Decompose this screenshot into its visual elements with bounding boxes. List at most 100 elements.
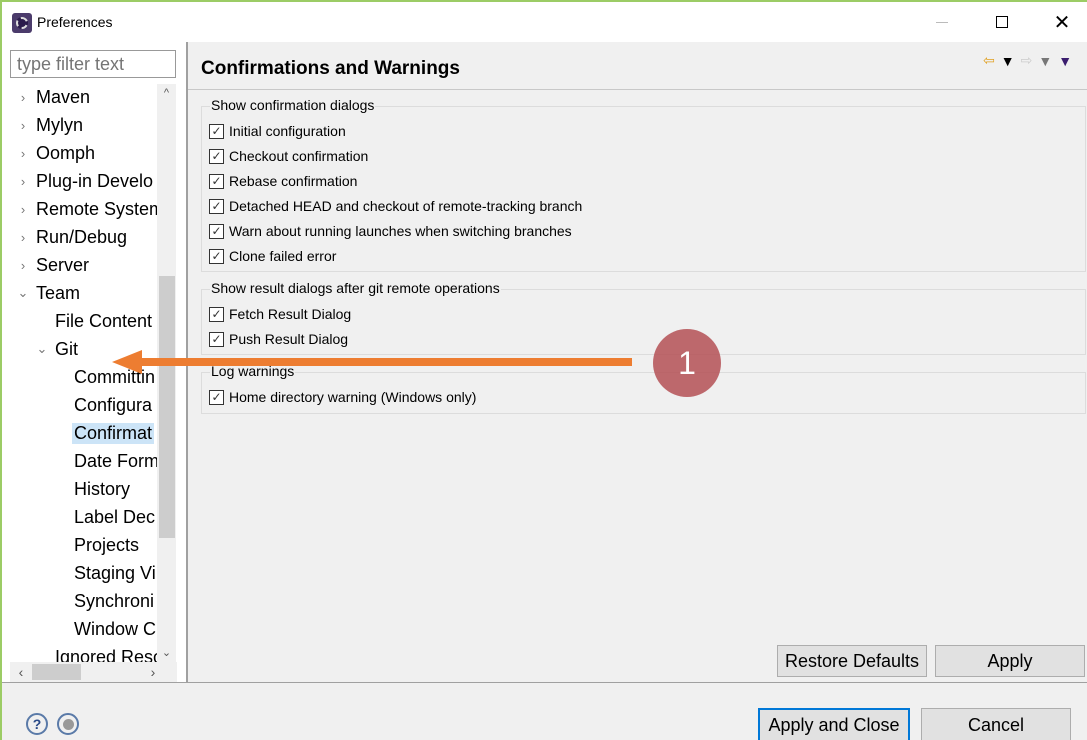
minimize-button[interactable] <box>922 10 962 34</box>
checkbox[interactable]: ✓ <box>209 389 224 405</box>
tree-item[interactable]: › Plug-in Develo <box>16 168 155 194</box>
checkbox-option[interactable]: ✓ Checkout confirmation <box>209 145 368 167</box>
tree-item[interactable]: › Mylyn <box>16 112 85 138</box>
checkbox[interactable]: ✓ <box>209 173 224 189</box>
maximize-button[interactable] <box>982 10 1022 34</box>
checkbox[interactable]: ✓ <box>209 331 224 347</box>
scroll-up-icon[interactable]: ^ <box>157 84 176 102</box>
tree-item[interactable]: › Oomph <box>16 140 97 166</box>
checkbox[interactable]: ✓ <box>209 123 224 139</box>
tree-horizontal-scrollbar[interactable]: ‹ › <box>10 662 177 682</box>
tree-item[interactable]: › Run/Debug <box>16 224 129 250</box>
tree-item[interactable]: ⌄ Team <box>16 280 82 306</box>
tree-item-label: Git <box>55 338 79 359</box>
checkbox-option[interactable]: ✓ Push Result Dialog <box>209 328 348 350</box>
checkbox[interactable]: ✓ <box>209 306 224 322</box>
tree-item[interactable]: Confirmat <box>54 420 155 446</box>
minimize-icon <box>936 21 948 23</box>
checkmark-icon: ✓ <box>211 174 222 188</box>
tree-item-label: Date Form <box>74 450 157 471</box>
checkbox[interactable]: ✓ <box>209 248 224 264</box>
tree-item[interactable]: › Remote System <box>16 196 157 222</box>
tree-item-label: Team <box>36 282 81 303</box>
tree-item[interactable]: ⌄ Git <box>35 336 80 362</box>
eclipse-app-icon <box>12 13 32 33</box>
tree-item[interactable]: History <box>54 476 132 502</box>
tree-item[interactable]: Synchroni <box>54 588 156 614</box>
checkbox-label: Detached HEAD and checkout of remote-tra… <box>229 198 583 214</box>
checkbox-option[interactable]: ✓ Clone failed error <box>209 245 336 267</box>
scroll-down-icon[interactable]: ⌄ <box>157 644 176 662</box>
close-button[interactable]: ✕ <box>1042 10 1082 34</box>
tree-item-label: Confirmat <box>72 422 155 444</box>
apply-and-close-button[interactable]: Apply and Close <box>758 708 910 740</box>
result-dialogs-group: Show result dialogs after git remote ope… <box>201 280 1086 355</box>
filter-input[interactable] <box>10 50 176 78</box>
chevron-down-icon[interactable]: ⌄ <box>35 341 49 357</box>
cancel-button[interactable]: Cancel <box>921 708 1071 740</box>
checkbox-option[interactable]: ✓ Rebase confirmation <box>209 170 357 192</box>
tree-vertical-scrollbar[interactable]: ^ ⌄ <box>157 84 176 664</box>
annotation-arrow-shaft <box>134 358 632 366</box>
chevron-right-icon[interactable]: › <box>16 174 30 189</box>
forward-dropdown-icon[interactable]: ▼ <box>1038 53 1052 69</box>
checkbox[interactable]: ✓ <box>209 198 224 214</box>
chevron-right-icon[interactable]: › <box>16 230 30 245</box>
tree-item[interactable]: Date Form <box>54 448 157 474</box>
vertical-scroll-thumb[interactable] <box>159 276 175 538</box>
window-title: Preferences <box>37 14 113 30</box>
checkbox-label: Clone failed error <box>229 248 337 264</box>
group-label: Show result dialogs after git remote ope… <box>210 280 501 296</box>
checkbox-option[interactable]: ✓ Fetch Result Dialog <box>209 303 351 325</box>
checkmark-icon: ✓ <box>211 149 222 163</box>
tree-item[interactable]: Configura <box>54 392 154 418</box>
chevron-right-icon[interactable]: › <box>16 146 30 161</box>
checkbox-option[interactable]: ✓ Detached HEAD and checkout of remote-tr… <box>209 195 582 217</box>
checkmark-icon: ✓ <box>211 224 222 238</box>
chevron-right-icon[interactable]: › <box>16 202 30 217</box>
tree-item-label: File Content <box>55 310 153 331</box>
annotation-arrow <box>112 350 632 374</box>
tree-item[interactable]: › Maven <box>16 84 92 110</box>
checkbox[interactable]: ✓ <box>209 223 224 239</box>
scroll-right-icon[interactable]: › <box>144 662 162 682</box>
tree-item-label: Synchroni <box>74 590 155 611</box>
chevron-right-icon[interactable]: › <box>16 258 30 273</box>
checkbox[interactable]: ✓ <box>209 148 224 164</box>
checkbox-label: Home directory warning (Windows only) <box>229 389 477 405</box>
tree-item[interactable]: Label Dec <box>54 504 157 530</box>
forward-arrow-icon[interactable]: ⇨ <box>1021 52 1033 69</box>
back-dropdown-icon[interactable]: ▼ <box>1001 53 1015 69</box>
help-icon[interactable]: ? <box>26 713 48 735</box>
page-title: Confirmations and Warnings <box>201 58 460 79</box>
tree-item[interactable]: Ignored Reso <box>35 644 157 665</box>
chevron-right-icon[interactable]: › <box>16 118 30 133</box>
tree-item[interactable]: › Server <box>16 252 91 278</box>
tree-item-label: Configura <box>74 394 153 415</box>
scroll-left-icon[interactable]: ‹ <box>12 662 30 682</box>
page-header: Confirmations and Warnings ⇦ ▼ ⇨ ▼ ▼ <box>188 42 1087 90</box>
chevron-down-icon[interactable]: ⌄ <box>16 285 30 301</box>
tree-item-label: Maven <box>36 86 91 107</box>
checkmark-icon: ✓ <box>211 390 222 404</box>
checkbox-option[interactable]: ✓ Home directory warning (Windows only) <box>209 386 476 408</box>
maximize-icon <box>996 16 1008 28</box>
tree-item-label: Oomph <box>36 142 96 163</box>
page-navigation: ⇦ ▼ ⇨ ▼ ▼ <box>983 52 1072 69</box>
tree-item[interactable]: Window C <box>54 616 157 642</box>
tree-item[interactable]: File Content <box>35 308 154 334</box>
horizontal-scroll-thumb[interactable] <box>32 664 81 680</box>
log-warnings-group: Log warnings ✓ Home directory warning (Wi… <box>201 363 1086 414</box>
apply-button[interactable]: Apply <box>935 645 1085 677</box>
back-arrow-icon[interactable]: ⇦ <box>983 52 995 69</box>
tree-item[interactable]: Projects <box>54 532 141 558</box>
tree-item-label: Plug-in Develo <box>36 170 154 191</box>
checkbox-option[interactable]: ✓ Warn about running launches when switch… <box>209 220 572 242</box>
chevron-right-icon[interactable]: › <box>16 90 30 105</box>
checkbox-option[interactable]: ✓ Initial configuration <box>209 120 346 142</box>
view-menu-icon[interactable]: ▼ <box>1058 53 1072 69</box>
restore-defaults-button[interactable]: Restore Defaults <box>777 645 927 677</box>
preferences-window: Preferences ✕ › Maven › Mylyn › Oomph › Plug-in… <box>0 0 1087 740</box>
record-preferences-icon[interactable] <box>57 713 79 735</box>
tree-item[interactable]: Staging Vi <box>54 560 157 586</box>
